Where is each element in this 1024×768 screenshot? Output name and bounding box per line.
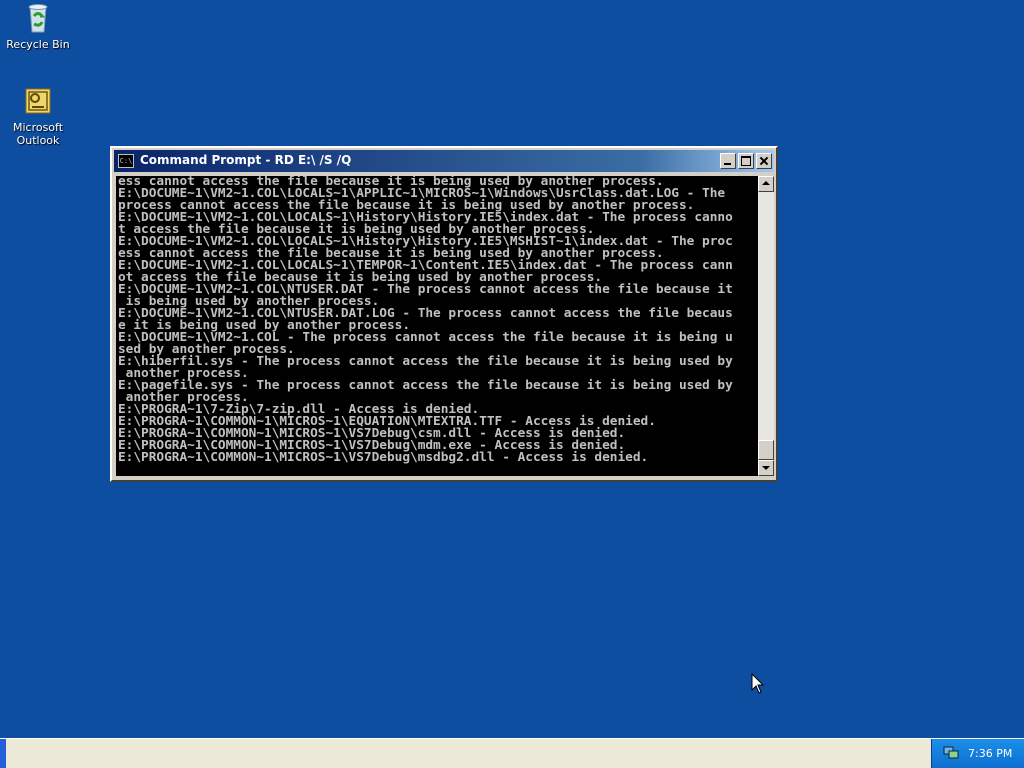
minimize-button[interactable] (720, 153, 736, 169)
scroll-down-button[interactable] (758, 460, 774, 476)
start-button-edge[interactable] (0, 739, 6, 768)
recycle-bin-icon (22, 2, 54, 34)
maximize-button[interactable] (738, 153, 754, 169)
recycle-bin-desktop-icon[interactable]: Recycle Bin (0, 2, 76, 51)
scroll-thumb[interactable] (758, 440, 774, 460)
close-button[interactable] (756, 153, 772, 169)
taskbar-clock[interactable]: 7:36 PM (968, 747, 1012, 760)
console-line: E:\PROGRA~1\COMMON~1\MICROS~1\VS7Debug\m… (118, 450, 649, 465)
mouse-cursor-icon (751, 673, 765, 694)
taskbar: 7:36 PM (0, 738, 1024, 768)
outlook-icon (22, 85, 54, 117)
cmd-app-icon[interactable]: C:\ (118, 154, 134, 168)
scroll-up-button[interactable] (758, 176, 774, 192)
network-tray-icon[interactable] (942, 745, 960, 761)
window-titlebar[interactable]: C:\ Command Prompt - RD E:\ /S /Q (114, 150, 774, 172)
console-output[interactable]: ess cannot access the file because it is… (116, 176, 758, 476)
outlook-label: Microsoft Outlook (12, 121, 64, 147)
command-prompt-window[interactable]: C:\ Command Prompt - RD E:\ /S /Q ess ca… (110, 146, 778, 482)
outlook-desktop-icon[interactable]: Microsoft Outlook (0, 85, 76, 147)
system-tray: 7:36 PM (931, 739, 1024, 768)
recycle-bin-label: Recycle Bin (6, 38, 70, 51)
window-title: Command Prompt - RD E:\ /S /Q (140, 153, 352, 167)
vertical-scrollbar[interactable] (758, 176, 774, 476)
